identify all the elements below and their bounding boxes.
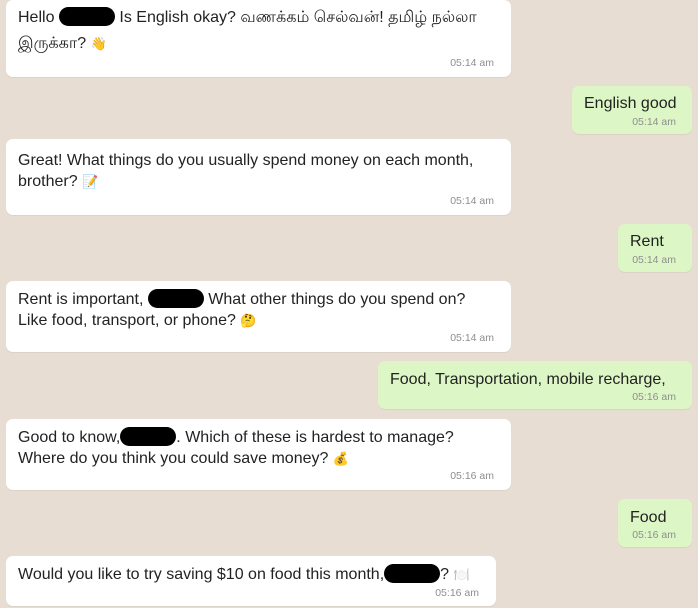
message-timestamp: 05:16 am [632, 391, 676, 403]
message-text-part: Where do you think you could save money? [18, 450, 329, 467]
redacted-name [384, 564, 441, 583]
message-text-part: ? [440, 566, 450, 583]
outgoing-message[interactable]: English good 05:14 am [572, 86, 692, 134]
outgoing-message[interactable]: Food, Transportation, mobile recharge, 0… [378, 361, 692, 409]
incoming-message[interactable]: Rent is important, What other things do … [6, 281, 511, 352]
outgoing-message[interactable]: Food 05:16 am [618, 499, 692, 547]
incoming-message[interactable]: Good to know, . Which of these is hardest… [6, 419, 511, 490]
message-text-part: . Which of these is hardest to manage? [176, 429, 454, 446]
message-text: English good [584, 95, 677, 112]
message-text-part: Rent is important, [18, 291, 144, 308]
message-timestamp: 05:14 am [450, 195, 494, 207]
thinking-face-icon: 🤔 [240, 314, 257, 329]
incoming-message[interactable]: Would you like to try saving $10 on food… [6, 556, 496, 606]
message-text: Good to know, . Which of these is hardest… [18, 426, 454, 449]
message-text-part: Like food, transport, or phone? [18, 312, 236, 329]
message-timestamp: 05:14 am [632, 116, 676, 128]
message-text: Food [630, 509, 667, 526]
message-timestamp: 05:16 am [435, 587, 479, 599]
message-text: Food, Transportation, mobile recharge, [390, 371, 666, 388]
message-timestamp: 05:14 am [450, 57, 494, 69]
message-timestamp: 05:14 am [450, 332, 494, 344]
message-timestamp: 05:16 am [632, 529, 676, 541]
message-text: இருக்கா? 👋 [18, 32, 107, 56]
message-text: Rent [630, 233, 664, 250]
redacted-name [120, 427, 177, 446]
message-text-part: Would you like to try saving $10 on food… [18, 566, 385, 583]
outgoing-message[interactable]: Rent 05:14 am [618, 224, 692, 272]
message-text: Rent is important, What other things do … [18, 288, 465, 311]
message-text-part: What other things do you spend on? [208, 291, 466, 308]
message-text: Hello Is English okay? வணக்கம் செல்வன்! … [18, 6, 477, 29]
message-text: Like food, transport, or phone? 🤔 [18, 309, 257, 333]
message-text-part: Is English okay? வணக்கம் செல்வன்! தமிழ் … [119, 9, 477, 26]
message-timestamp: 05:16 am [450, 470, 494, 482]
redacted-name [147, 289, 204, 308]
message-text: Would you like to try saving $10 on food… [18, 563, 470, 587]
redacted-name [58, 7, 115, 26]
message-timestamp: 05:14 am [632, 254, 676, 266]
message-text: Where do you think you could save money?… [18, 447, 349, 471]
plate-utensils-icon: 🍽️ [453, 568, 470, 583]
incoming-message[interactable]: Hello Is English okay? வணக்கம் செல்வன்! … [6, 0, 511, 77]
message-text-part: Hello [18, 9, 55, 26]
message-text-part: இருக்கா? [18, 35, 87, 52]
money-bag-icon: 💰 [332, 452, 350, 467]
message-text: brother? 📝 [18, 170, 98, 194]
message-text: Great! What things do you usually spend … [18, 152, 474, 169]
incoming-message[interactable]: Great! What things do you usually spend … [6, 139, 511, 215]
message-text-part: brother? [18, 173, 78, 190]
message-text-part: Good to know, [18, 429, 121, 446]
waving-hand-icon: 👋 [90, 37, 107, 52]
memo-icon: 📝 [82, 175, 99, 190]
